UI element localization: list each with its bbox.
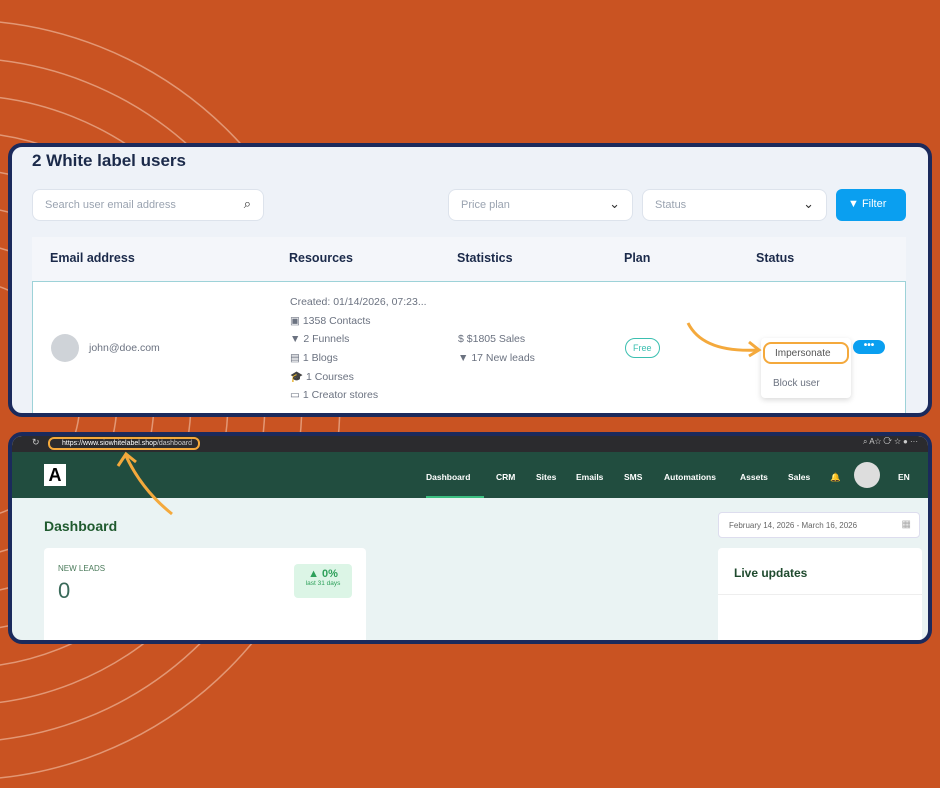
resource-contacts: ▣ 1358 Contacts: [290, 315, 371, 327]
funnels-text: 2 Funnels: [303, 333, 350, 345]
url-path: /dashboard: [156, 440, 192, 447]
sales-text: $1805 Sales: [466, 333, 526, 345]
logo: A: [44, 464, 66, 486]
white-label-users-panel: 2 White label users Search user email ad…: [8, 143, 932, 417]
up-arrow-icon: ▲: [308, 568, 323, 580]
dashboard-panel: ↻ https://www.siowhitelabel.shop/dashboa…: [8, 432, 932, 644]
search-input[interactable]: Search user email address ⌕: [32, 189, 264, 221]
user-avatar[interactable]: [854, 462, 880, 488]
status-label: Status: [655, 199, 687, 211]
stat-leads: ▼ 17 New leads: [458, 352, 535, 364]
url-host: https://www.siowhitelabel.shop: [62, 440, 157, 447]
new-leads-card: NEW LEADS 0 ▲ 0% last 31 days: [44, 548, 366, 640]
nav-automations[interactable]: Automations: [664, 472, 716, 482]
col-statistics: Statistics: [457, 251, 513, 265]
user-email: john@doe.com: [89, 342, 160, 354]
filter-button[interactable]: ▼ Filter: [836, 189, 906, 221]
search-placeholder: Search user email address: [45, 199, 176, 211]
change-badge: ▲ 0% last 31 days: [294, 564, 352, 598]
dashboard-title: Dashboard: [44, 518, 118, 534]
block-user-item[interactable]: Block user: [773, 378, 820, 389]
resource-funnels: ▼ 2 Funnels: [290, 333, 350, 345]
blogs-text: 1 Blogs: [302, 352, 338, 364]
nav-crm[interactable]: CRM: [496, 472, 515, 482]
col-email: Email address: [50, 251, 135, 265]
resource-blogs: ▤ 1 Blogs: [290, 352, 338, 364]
arrow-annotation-icon: [116, 451, 173, 516]
change-value: 0%: [322, 568, 338, 580]
col-plan: Plan: [624, 251, 651, 265]
new-leads-label: NEW LEADS: [58, 564, 106, 573]
created-date: Created: 01/14/2026, 07:23...: [290, 296, 427, 308]
nav-assets[interactable]: Assets: [740, 472, 768, 482]
page-title: 2 White label users: [32, 151, 186, 170]
courses-text: 1 Courses: [306, 371, 354, 383]
resource-courses: 🎓 1 Courses: [290, 371, 354, 383]
search-icon: ⌕: [243, 196, 251, 211]
stores-text: 1 Creator stores: [302, 389, 379, 401]
table-header: Email address Resources Statistics Plan …: [32, 237, 906, 281]
filter-icon: ▼: [848, 198, 862, 210]
new-leads-value: 0: [58, 578, 71, 603]
language-select[interactable]: EN: [898, 472, 910, 482]
arrow-annotation-icon: [686, 322, 762, 358]
divider: [718, 594, 922, 595]
leads-text: 17 New leads: [471, 352, 535, 364]
status-select[interactable]: Status ⌄: [642, 189, 827, 221]
contacts-text: 1358 Contacts: [302, 315, 371, 327]
more-actions-button[interactable]: •••: [853, 340, 885, 354]
plan-badge: Free: [625, 338, 660, 358]
reload-icon[interactable]: ↻: [32, 437, 40, 448]
browser-tools-icon[interactable]: ⌕ A☆ ⟳ ☆ ● ···: [863, 437, 918, 447]
chevron-down-icon: ⌄: [609, 196, 620, 211]
date-range-picker[interactable]: February 14, 2026 - March 16, 2026 ▦: [718, 512, 920, 538]
calendar-icon: ▦: [901, 519, 911, 530]
date-range-text: February 14, 2026 - March 16, 2026: [729, 521, 858, 530]
nav-emails[interactable]: Emails: [576, 472, 603, 482]
nav-sites[interactable]: Sites: [536, 472, 556, 482]
bell-icon[interactable]: 🔔: [830, 472, 841, 483]
col-status: Status: [756, 251, 795, 265]
table-row: john@doe.com Created: 01/14/2026, 07:23.…: [32, 281, 906, 413]
filter-label: Filter: [861, 198, 887, 210]
price-plan-label: Price plan: [461, 199, 510, 211]
chevron-down-icon: ⌄: [803, 196, 814, 211]
nav-sms[interactable]: SMS: [624, 472, 642, 482]
resource-stores: ▭ 1 Creator stores: [290, 389, 379, 401]
active-indicator: [426, 496, 484, 498]
avatar: [51, 334, 79, 362]
url-bar[interactable]: https://www.siowhitelabel.shop/dashboard: [48, 437, 200, 450]
stat-sales: $ $1805 Sales: [458, 333, 526, 345]
live-updates-title: Live updates: [734, 566, 808, 580]
col-resources: Resources: [289, 251, 353, 265]
impersonate-item[interactable]: Impersonate: [763, 342, 849, 364]
nav-sales[interactable]: Sales: [788, 472, 810, 482]
nav-dashboard[interactable]: Dashboard: [426, 472, 470, 482]
change-period: last 31 days: [305, 580, 341, 587]
price-plan-select[interactable]: Price plan ⌄: [448, 189, 633, 221]
live-updates-card: Live updates: [718, 548, 922, 640]
